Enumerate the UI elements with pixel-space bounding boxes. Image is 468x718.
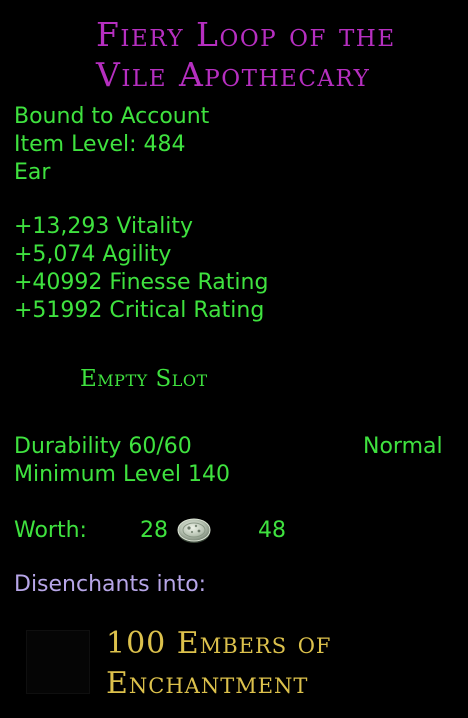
item-name-line2: Vile Apothecary (96, 55, 371, 94)
durability-text: Durability 60/60 (14, 434, 192, 459)
min-level-text: Minimum Level 140 (14, 462, 231, 487)
disenchant-label: Disenchants into: (14, 572, 207, 597)
quality-text: Normal (363, 434, 443, 459)
disenchant-result-icon (26, 630, 90, 694)
stat-finesse: +40992 Finesse Rating (14, 270, 269, 295)
stat-critical: +51992 Critical Rating (14, 298, 265, 323)
item-slot-text: Ear (14, 160, 51, 185)
silver-coin-icon (177, 518, 211, 543)
item-name-line1: Fiery Loop of the (96, 15, 396, 54)
disenchant-result-line2: Enchantment (106, 666, 309, 701)
worth-label: Worth: (14, 518, 87, 543)
item-level-text: Item Level: 484 (14, 132, 186, 157)
stat-agility: +5,074 Agility (14, 242, 172, 267)
worth-gold-amount: 28 (140, 518, 168, 543)
empty-essence-slot: Empty Slot (80, 366, 208, 392)
binding-text: Bound to Account (14, 104, 210, 129)
stat-vitality: +13,293 Vitality (14, 214, 194, 239)
item-tooltip: Fiery Loop of the Vile Apothecary Bound … (0, 0, 468, 718)
disenchant-result-line1: 100 Embers of (106, 626, 332, 661)
worth-copper-amount: 48 (258, 518, 286, 543)
